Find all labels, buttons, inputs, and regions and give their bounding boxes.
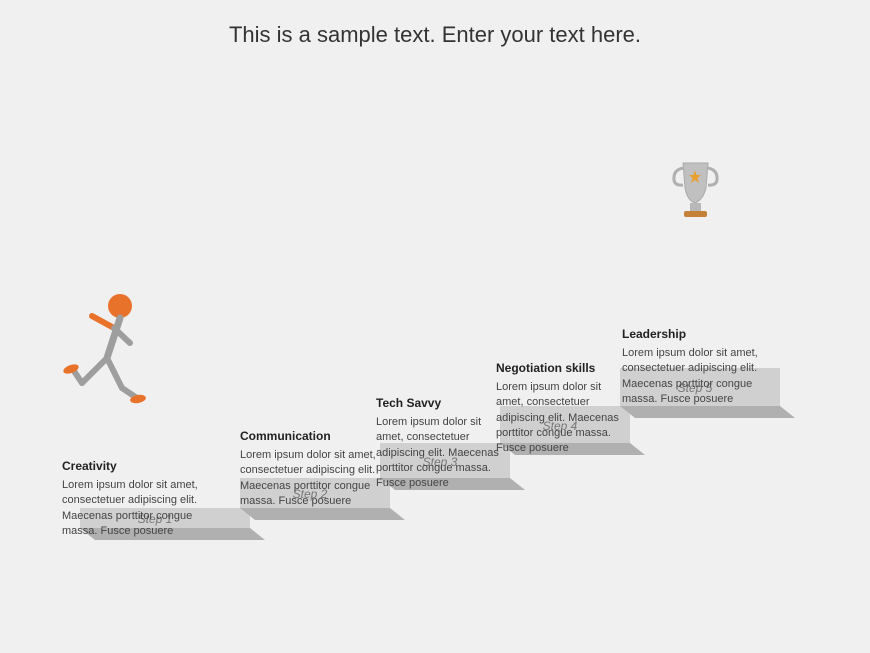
page-title: This is a sample text. Enter your text h… <box>0 0 870 58</box>
main-content: Step 1 Step 2 Step 3 Step 4 Step 5 Creat… <box>0 58 870 638</box>
trophy-icon <box>668 158 723 233</box>
